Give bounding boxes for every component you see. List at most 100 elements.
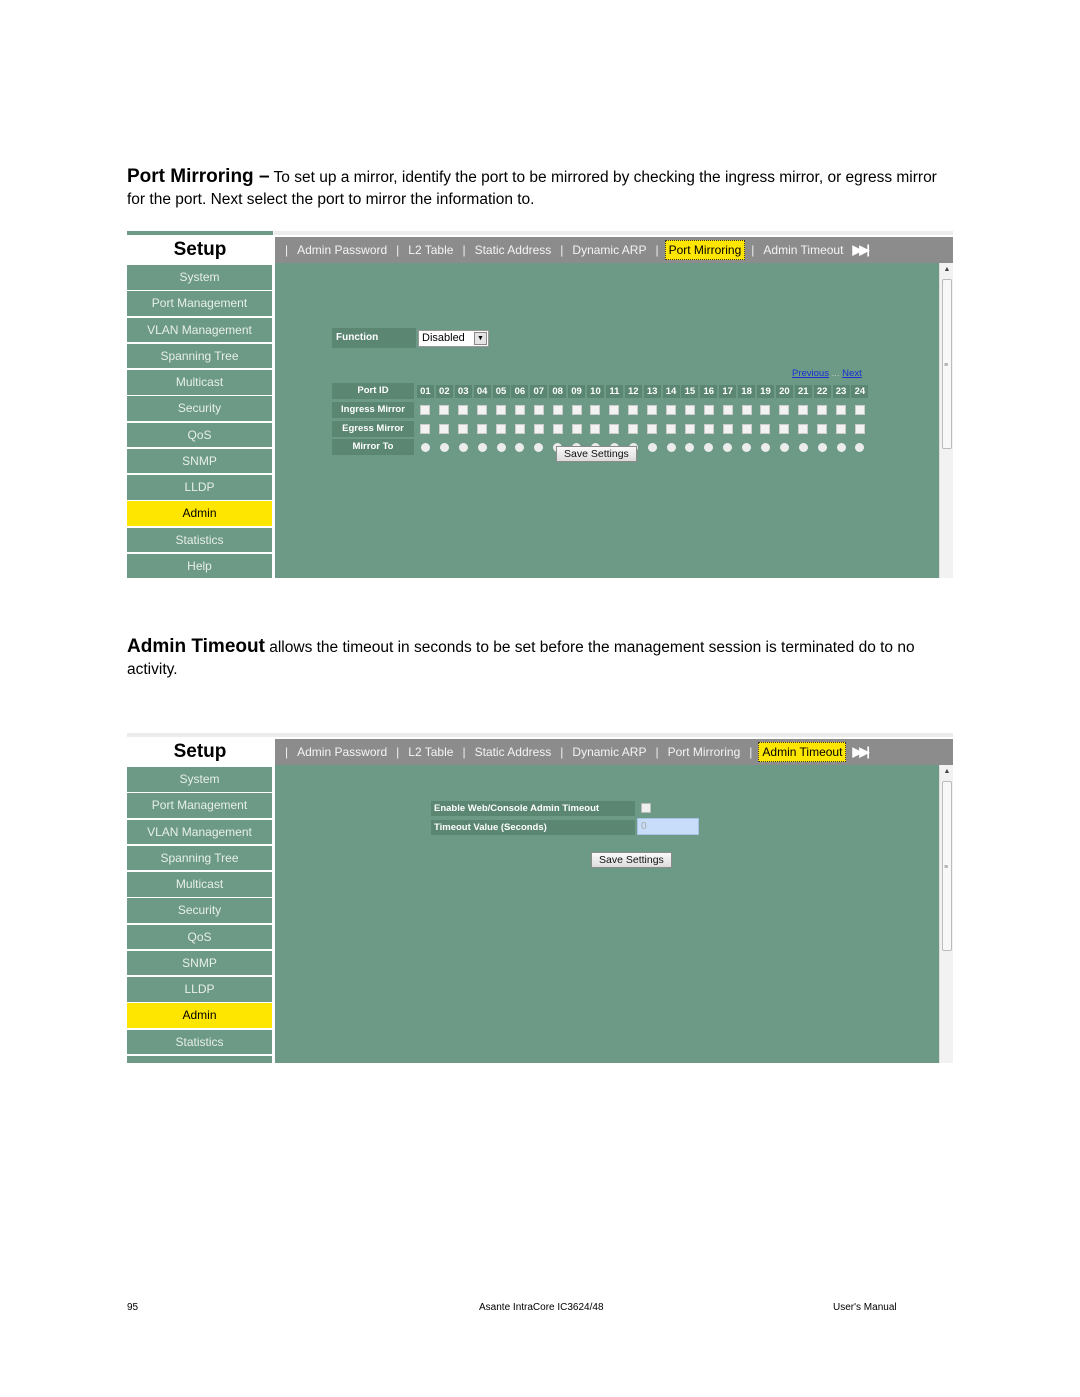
mirror-to-radio[interactable] <box>515 442 525 452</box>
sidebar-item-port-management[interactable]: Port Management <box>127 291 273 316</box>
ingress-mirror-checkbox[interactable] <box>590 404 601 415</box>
tab-l2-table[interactable]: L2 Table <box>405 743 456 761</box>
ingress-mirror-checkbox[interactable] <box>666 404 677 415</box>
sidebar-item-qos[interactable]: QoS <box>127 422 273 447</box>
sidebar-item-system[interactable]: System <box>127 767 273 792</box>
mirror-to-radio[interactable] <box>798 442 808 452</box>
sidebar-item-statistics[interactable]: Statistics <box>127 1029 273 1054</box>
fast-forward-icon[interactable]: ▶▶| <box>852 744 870 760</box>
scroll-up-icon[interactable]: ▲ <box>942 265 952 275</box>
egress-mirror-checkbox[interactable] <box>609 423 620 434</box>
save-settings-button[interactable]: Save Settings <box>591 852 672 868</box>
egress-mirror-checkbox[interactable] <box>854 423 865 434</box>
tab-dynamic-arp[interactable]: Dynamic ARP <box>569 241 649 259</box>
ingress-mirror-checkbox[interactable] <box>533 404 544 415</box>
egress-mirror-checkbox[interactable] <box>741 423 752 434</box>
egress-mirror-checkbox[interactable] <box>666 423 677 434</box>
ingress-mirror-checkbox[interactable] <box>477 404 488 415</box>
scroll-thumb[interactable]: ≡ <box>942 279 952 449</box>
ingress-mirror-checkbox[interactable] <box>703 404 714 415</box>
tab-admin-timeout[interactable]: Admin Timeout <box>760 241 846 259</box>
tab-admin-password[interactable]: Admin Password <box>294 241 390 259</box>
egress-mirror-checkbox[interactable] <box>836 423 847 434</box>
sidebar-item-port-management[interactable]: Port Management <box>127 793 273 818</box>
egress-mirror-checkbox[interactable] <box>722 423 733 434</box>
egress-mirror-checkbox[interactable] <box>628 423 639 434</box>
egress-mirror-checkbox[interactable] <box>760 423 771 434</box>
egress-mirror-checkbox[interactable] <box>496 423 506 434</box>
sidebar-item-help[interactable]: Help <box>127 553 273 579</box>
sidebar-item-admin[interactable]: Admin <box>127 1003 273 1028</box>
sidebar-item-snmp[interactable]: SNMP <box>127 950 273 976</box>
sidebar-item-spanning-tree[interactable]: Spanning Tree <box>127 845 273 871</box>
mirror-to-radio[interactable] <box>647 442 657 452</box>
sidebar-item-security[interactable]: Security <box>127 396 273 421</box>
egress-mirror-checkbox[interactable] <box>571 423 582 434</box>
egress-mirror-checkbox[interactable] <box>420 423 431 434</box>
mirror-to-radio[interactable] <box>855 442 865 452</box>
vertical-scrollbar[interactable]: ▲ ≡ <box>939 263 953 578</box>
function-select[interactable]: Disabled ▼ <box>418 330 489 347</box>
ingress-mirror-checkbox[interactable] <box>647 404 658 415</box>
egress-mirror-checkbox[interactable] <box>514 423 525 434</box>
ingress-mirror-checkbox[interactable] <box>496 404 506 415</box>
egress-mirror-checkbox[interactable] <box>458 423 469 434</box>
mirror-to-radio[interactable] <box>534 442 544 452</box>
enable-timeout-checkbox[interactable] <box>641 803 651 813</box>
tab-admin-password[interactable]: Admin Password <box>294 743 390 761</box>
vertical-scrollbar[interactable]: ▲ ≡ <box>939 765 953 1063</box>
ingress-mirror-checkbox[interactable] <box>458 404 469 415</box>
tab-admin-timeout[interactable]: Admin Timeout <box>758 742 847 762</box>
mirror-to-radio[interactable] <box>439 442 449 452</box>
ingress-mirror-checkbox[interactable] <box>722 404 733 415</box>
ingress-mirror-checkbox[interactable] <box>798 404 809 415</box>
egress-mirror-checkbox[interactable] <box>647 423 658 434</box>
timeout-value-input[interactable]: 0 <box>637 818 699 835</box>
mirror-to-radio[interactable] <box>477 442 487 452</box>
sidebar-item-multicast[interactable]: Multicast <box>127 872 273 897</box>
tab-static-address[interactable]: Static Address <box>472 743 555 761</box>
mirror-to-radio[interactable] <box>817 442 827 452</box>
ingress-mirror-checkbox[interactable] <box>741 404 752 415</box>
sidebar-item-qos[interactable]: QoS <box>127 924 273 949</box>
scroll-up-icon[interactable]: ▲ <box>942 767 952 777</box>
egress-mirror-checkbox[interactable] <box>798 423 809 434</box>
sidebar-item-lldp[interactable]: LLDP <box>127 977 273 1002</box>
chevron-down-icon[interactable]: ▼ <box>474 332 487 345</box>
mirror-to-radio[interactable] <box>836 442 846 452</box>
save-settings-button[interactable]: Save Settings <box>556 446 637 462</box>
sidebar-item-vlan-management[interactable]: VLAN Management <box>127 819 273 844</box>
ingress-mirror-checkbox[interactable] <box>439 404 450 415</box>
tab-dynamic-arp[interactable]: Dynamic ARP <box>569 743 649 761</box>
sidebar-item-snmp[interactable]: SNMP <box>127 448 273 474</box>
ingress-mirror-checkbox[interactable] <box>684 404 695 415</box>
fast-forward-icon[interactable]: ▶▶| <box>852 242 870 258</box>
ingress-mirror-checkbox[interactable] <box>760 404 771 415</box>
scroll-thumb[interactable]: ≡ <box>942 781 952 951</box>
sidebar-item-spanning-tree[interactable]: Spanning Tree <box>127 343 273 369</box>
ingress-mirror-checkbox[interactable] <box>779 404 790 415</box>
mirror-to-radio[interactable] <box>742 442 752 452</box>
mirror-to-radio[interactable] <box>496 442 506 452</box>
egress-mirror-checkbox[interactable] <box>439 423 450 434</box>
egress-mirror-checkbox[interactable] <box>817 423 828 434</box>
tab-port-mirroring[interactable]: Port Mirroring <box>664 240 746 260</box>
ingress-mirror-checkbox[interactable] <box>571 404 582 415</box>
sidebar-item-security[interactable]: Security <box>127 898 273 923</box>
egress-mirror-checkbox[interactable] <box>590 423 601 434</box>
ingress-mirror-checkbox[interactable] <box>552 404 563 415</box>
sidebar-item-help[interactable]: Help <box>127 1055 273 1063</box>
egress-mirror-checkbox[interactable] <box>552 423 563 434</box>
sidebar-item-lldp[interactable]: LLDP <box>127 475 273 500</box>
ingress-mirror-checkbox[interactable] <box>854 404 865 415</box>
mirror-to-radio[interactable] <box>779 442 789 452</box>
tab-l2-table[interactable]: L2 Table <box>405 241 456 259</box>
mirror-to-radio[interactable] <box>723 442 733 452</box>
ingress-mirror-checkbox[interactable] <box>420 404 431 415</box>
ingress-mirror-checkbox[interactable] <box>628 404 639 415</box>
ingress-mirror-checkbox[interactable] <box>817 404 828 415</box>
sidebar-item-statistics[interactable]: Statistics <box>127 527 273 552</box>
sidebar-item-system[interactable]: System <box>127 265 273 290</box>
egress-mirror-checkbox[interactable] <box>533 423 544 434</box>
next-link[interactable]: Next <box>842 368 862 379</box>
